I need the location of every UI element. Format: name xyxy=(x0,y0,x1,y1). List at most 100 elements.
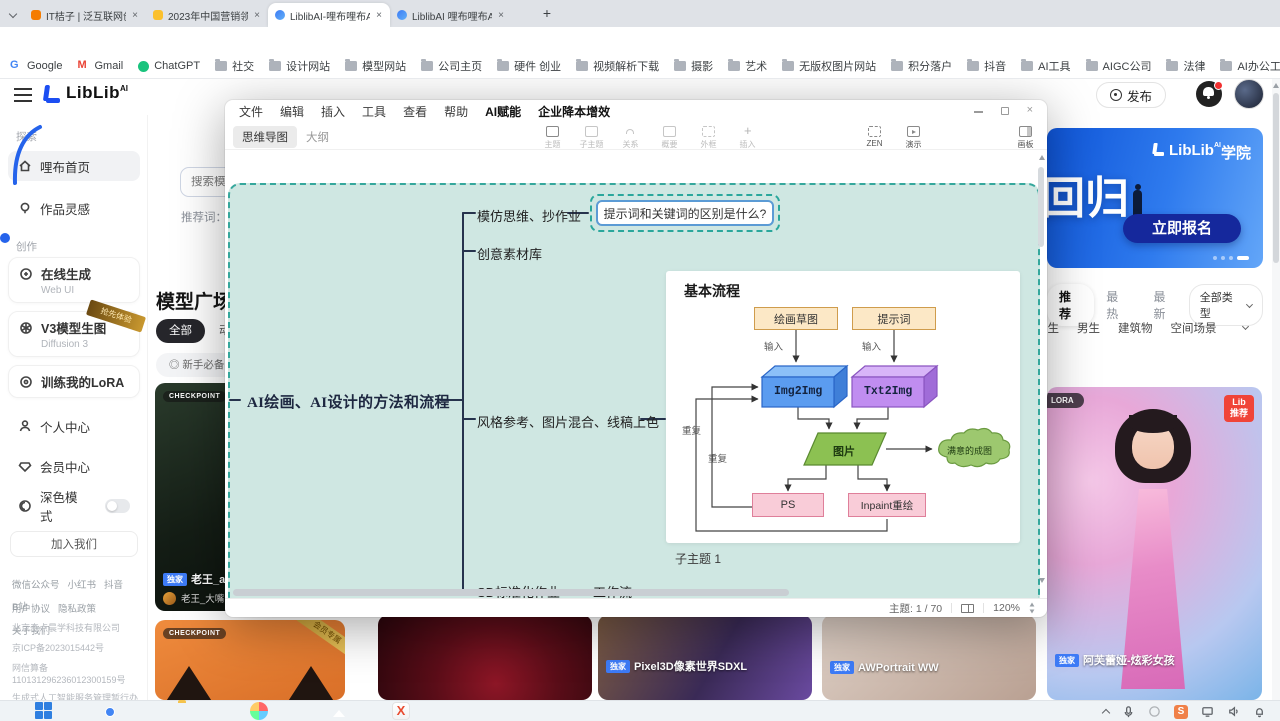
social-link[interactable]: 微信公众号 xyxy=(12,577,60,591)
bookmark-item[interactable]: 摄影 xyxy=(674,58,713,74)
filter-pill-all[interactable]: 全部 xyxy=(156,319,205,343)
mindmap-canvas[interactable]: AI绘画、AI设计的方法和流程 模仿思维、抄作业 创意素材库 风格参考、图片混合… xyxy=(225,150,1047,598)
social-link[interactable]: 小红书 xyxy=(68,577,97,591)
card-author-row[interactable]: 老王_大嘴 xyxy=(163,591,224,605)
page-scrollbar[interactable] xyxy=(1272,79,1280,700)
user-avatar[interactable] xyxy=(1234,79,1264,109)
bookmark-item[interactable]: 艺术 xyxy=(728,58,767,74)
taskbar-app-icon-1[interactable] xyxy=(250,702,268,720)
speaker-icon[interactable] xyxy=(1227,705,1240,718)
image-node-caption[interactable]: 子主题 1 xyxy=(675,550,721,567)
bookmark-item[interactable]: 视频解析下载 xyxy=(576,58,659,74)
tool-button[interactable]: 插入 xyxy=(728,123,767,150)
window-close-button[interactable]: × xyxy=(1027,105,1033,116)
browser-tab[interactable]: LiblibAI 哩布哩布AI - 中国领先 × xyxy=(390,3,512,27)
darkmode-toggle[interactable] xyxy=(105,499,130,513)
bookmark-item[interactable]: AI办公工具 xyxy=(1220,58,1280,74)
menu-item[interactable]: 文件 xyxy=(239,103,263,120)
model-card-girl[interactable]: LORA Lib 推荐 独家 阿芙蕾娅-炫彩女孩 xyxy=(1047,387,1262,700)
window-minimize-button[interactable] xyxy=(974,111,983,113)
tag-filter[interactable]: 男生 xyxy=(1077,320,1100,336)
menu-item[interactable]: 插入 xyxy=(321,103,345,120)
node-selected[interactable]: 提示词和关键词的区别是什么? xyxy=(590,194,780,232)
tool-button[interactable]: 外框 xyxy=(689,123,728,150)
bookmark-item[interactable]: Gmail xyxy=(77,60,123,72)
menu-item[interactable]: 企业降本增效 xyxy=(538,103,610,120)
bookmark-item[interactable]: AIGC公司 xyxy=(1086,58,1152,74)
scroll-up-arrow[interactable] xyxy=(1039,155,1045,160)
menu-item[interactable]: 编辑 xyxy=(280,103,304,120)
tool-button[interactable]: 主题 xyxy=(533,123,572,150)
zen-mode-button[interactable]: ZEN xyxy=(855,123,894,150)
canvas-vscrollbar-thumb[interactable] xyxy=(1038,167,1044,247)
bookmark-item[interactable]: 公司主页 xyxy=(421,58,482,74)
tag-filter[interactable]: 空间场景 xyxy=(1171,320,1217,336)
bookmark-item[interactable]: 无版权图片网站 xyxy=(782,58,876,74)
tab-close-icon[interactable]: × xyxy=(253,10,261,21)
overview-icon[interactable] xyxy=(961,604,974,613)
sidebar-item-train-lora[interactable]: 训练我的LoRA xyxy=(8,365,140,398)
tool-button[interactable]: 关系 xyxy=(611,123,650,150)
new-tab-button[interactable]: + xyxy=(536,2,558,24)
tab-search-button[interactable] xyxy=(6,7,20,21)
scroll-down-arrow[interactable] xyxy=(1039,578,1045,583)
sidebar-item-membership[interactable]: 会员中心 xyxy=(8,451,140,481)
legal-link[interactable]: 隐私政策 xyxy=(58,601,96,615)
bookmark-item[interactable]: AI工具 xyxy=(1021,58,1070,74)
tab-close-icon[interactable]: × xyxy=(375,10,383,21)
academy-banner[interactable]: LibLib AI 学院 回归 立即报名 xyxy=(1047,128,1263,268)
taskbar-mindmap-app-icon[interactable]: X xyxy=(392,702,410,720)
menu-item[interactable]: 帮助 xyxy=(444,103,468,120)
microphone-icon[interactable] xyxy=(1122,705,1135,718)
start-button[interactable] xyxy=(35,702,52,719)
chevron-down-icon[interactable] xyxy=(1241,323,1248,330)
node-root[interactable]: AI绘画、AI设计的方法和流程 xyxy=(247,391,450,412)
bookmark-item[interactable]: 模型网站 xyxy=(345,58,406,74)
liblib-logo[interactable]: LibLib AI xyxy=(42,83,128,103)
zoom-stepper[interactable] xyxy=(1029,602,1035,614)
tray-s-app-icon[interactable]: S xyxy=(1174,705,1188,719)
flowchart-image-node[interactable]: 基本流程 绘画草图 提示词 输入 输入 Img2Img Txt2Img 图片 满… xyxy=(666,271,1020,543)
tab-outline[interactable]: 大纲 xyxy=(297,126,338,148)
banner-signup-button[interactable]: 立即报名 xyxy=(1123,214,1241,243)
tab-mindmap[interactable]: 思维导图 xyxy=(233,126,297,148)
publish-button[interactable]: 发布 xyxy=(1096,82,1166,108)
menu-item[interactable]: AI赋能 xyxy=(485,103,521,120)
node-branch1[interactable]: 模仿思维、抄作业 xyxy=(477,206,581,225)
present-button[interactable]: 演示 xyxy=(894,123,933,150)
tag-filter[interactable]: 建筑物 xyxy=(1118,320,1153,336)
sidebar-item-online-gen[interactable]: 在线生成 Web UI xyxy=(8,257,140,303)
banner-carousel-dots[interactable] xyxy=(1213,256,1249,260)
panel-button[interactable]: 画板 xyxy=(1006,123,1045,150)
menu-item[interactable]: 工具 xyxy=(362,103,386,120)
node-branch3[interactable]: 风格参考、图片混合、线稿上色 xyxy=(477,412,659,431)
tab-close-icon[interactable]: × xyxy=(131,10,139,21)
bookmark-item[interactable]: 社交 xyxy=(215,58,254,74)
join-us-button[interactable]: 加入我们 xyxy=(10,531,138,557)
node-branch2[interactable]: 创意素材库 xyxy=(477,244,542,263)
bookmark-item[interactable]: 抖音 xyxy=(967,58,1006,74)
social-link[interactable]: 抖音 xyxy=(104,577,123,591)
notification-bell-icon[interactable] xyxy=(1196,81,1222,107)
page-scrollbar-thumb[interactable] xyxy=(1273,93,1279,263)
sidebar-item-inspiration[interactable]: 作品灵感 xyxy=(8,193,140,223)
menu-hamburger-icon[interactable] xyxy=(14,88,32,102)
sidebar-item-darkmode[interactable]: 深色模式 xyxy=(8,491,140,521)
bookmark-item[interactable]: 硬件 创业 xyxy=(497,58,561,74)
bookmark-item[interactable]: 法律 xyxy=(1166,58,1205,74)
notification-bell-icon[interactable] xyxy=(1253,705,1266,718)
browser-tab[interactable]: LiblibAI-哩布哩布AI - 中国领先 × xyxy=(268,3,390,27)
scroll-up-arrow[interactable] xyxy=(1273,83,1279,88)
sidebar-item-home[interactable]: 哩布首页 xyxy=(8,151,140,181)
model-card-red[interactable] xyxy=(378,615,592,700)
tool-button[interactable]: 子主题 xyxy=(572,123,611,150)
window-maximize-button[interactable] xyxy=(1001,107,1009,115)
tray-icon-misc[interactable] xyxy=(1148,705,1161,718)
canvas-vscrollbar[interactable] xyxy=(1038,155,1045,593)
bookmark-item[interactable]: 设计网站 xyxy=(269,58,330,74)
browser-tab[interactable]: 2023年中国营销领域AIGC技术 × xyxy=(146,3,268,27)
sidebar-item-v3-generate[interactable]: 抢先体验 V3模型生图 Diffusion 3 xyxy=(8,311,140,357)
sidebar-item-profile[interactable]: 个人中心 xyxy=(8,411,140,441)
bookmark-item[interactable]: ChatGPT xyxy=(138,60,200,72)
model-card-cat[interactable]: CHECKPOINT 会员专属 xyxy=(155,620,345,700)
